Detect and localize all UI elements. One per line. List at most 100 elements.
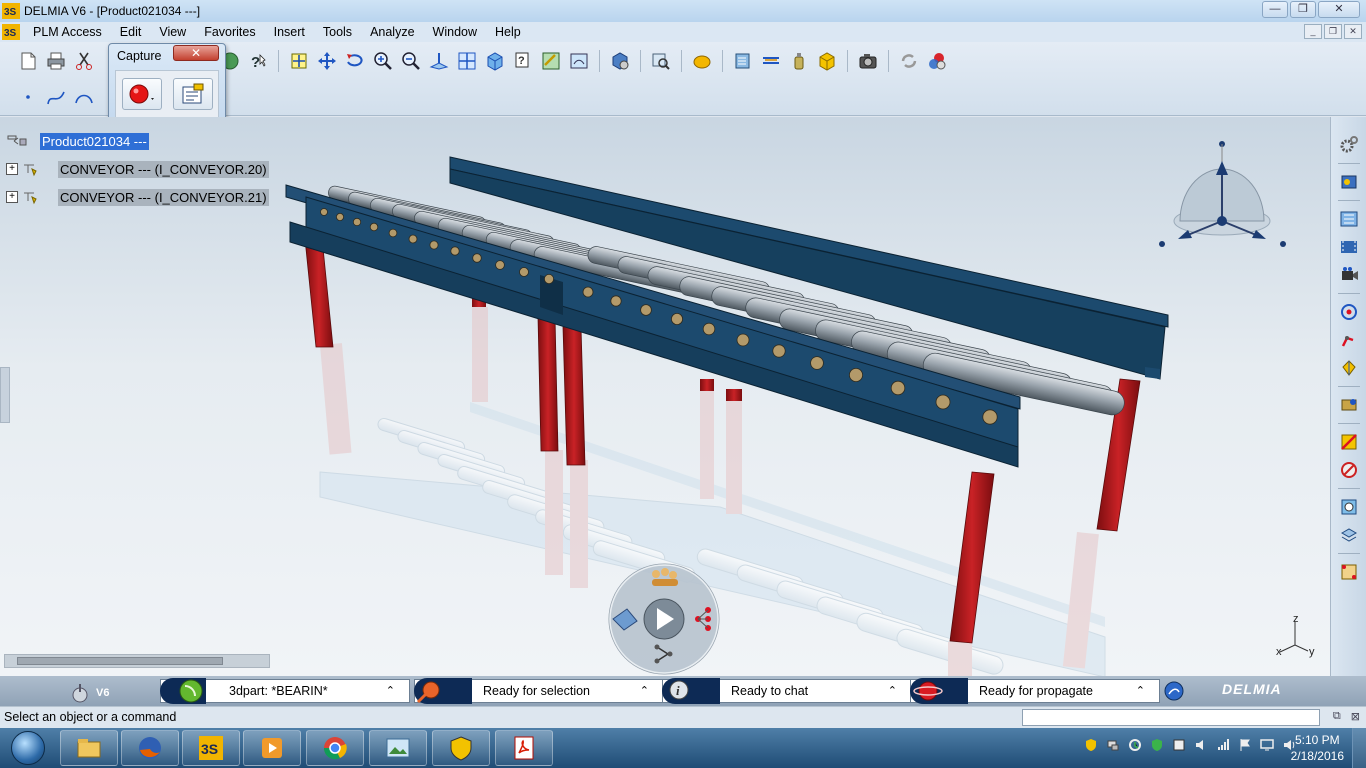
- search-icon[interactable]: [650, 50, 672, 72]
- taskbar-chrome[interactable]: [306, 730, 364, 766]
- power-input-field[interactable]: [1022, 709, 1320, 726]
- normal-view-icon[interactable]: [428, 50, 450, 72]
- taskbar-acrobat[interactable]: [495, 730, 553, 766]
- menu-plm-access[interactable]: PLM Access: [24, 25, 111, 39]
- menu-insert[interactable]: Insert: [265, 25, 314, 39]
- scrollbar-thumb[interactable]: [17, 657, 223, 665]
- menu-view[interactable]: View: [150, 25, 195, 39]
- disable-icon[interactable]: [1338, 459, 1360, 481]
- compass-sphere-icon[interactable]: [1163, 680, 1185, 702]
- workstation-icon[interactable]: [1338, 394, 1360, 416]
- iso-view-icon[interactable]: [484, 50, 506, 72]
- resource-icon[interactable]: [1338, 171, 1360, 193]
- tree-child-label[interactable]: CONVEYOR --- (I_CONVEYOR.20): [58, 160, 269, 178]
- material-icon[interactable]: [691, 50, 713, 72]
- layout-icon[interactable]: [1338, 561, 1360, 583]
- film-icon[interactable]: [1338, 236, 1360, 258]
- rotate-icon[interactable]: [344, 50, 366, 72]
- pan-icon[interactable]: [316, 50, 338, 72]
- doc-restore-button[interactable]: ❐: [1324, 24, 1342, 39]
- doc-close-button[interactable]: ✕: [1344, 24, 1362, 39]
- status-box-chat[interactable]: i Ready to chat ⌃: [662, 678, 912, 704]
- clock[interactable]: 5:10 PM 2/18/2016: [1291, 732, 1344, 764]
- menu-tools[interactable]: Tools: [314, 25, 361, 39]
- menu-edit[interactable]: Edit: [111, 25, 151, 39]
- record-button[interactable]: [121, 78, 162, 110]
- app-tray-icon[interactable]: [1172, 738, 1186, 752]
- tree-child-label[interactable]: CONVEYOR --- (I_CONVEYOR.21): [58, 188, 269, 206]
- catalog-icon[interactable]: [609, 50, 631, 72]
- taskbar-delmia[interactable]: 3S: [182, 730, 240, 766]
- taskbar-firefox[interactable]: [121, 730, 179, 766]
- hide-show-icon[interactable]: [568, 50, 590, 72]
- grid-icon[interactable]: [1338, 524, 1360, 546]
- show-desktop-button[interactable]: [1352, 728, 1366, 768]
- simulation-icon[interactable]: [1338, 208, 1360, 230]
- menu-analyze[interactable]: Analyze: [361, 25, 423, 39]
- tree-horizontal-scrollbar[interactable]: [4, 654, 270, 668]
- chevron-up-icon[interactable]: ⌃: [888, 684, 897, 697]
- tree-root-label[interactable]: Product021034 ---: [40, 132, 149, 150]
- zoom-in-icon[interactable]: [372, 50, 394, 72]
- sound-icon[interactable]: [1194, 738, 1208, 752]
- query-icon[interactable]: ?: [512, 50, 534, 72]
- status-box-part[interactable]: 3dpart: *BEARIN* ⌃: [160, 678, 410, 704]
- ruler-icon[interactable]: [760, 50, 782, 72]
- capture-toolbar-window[interactable]: Capture ✕: [108, 43, 226, 126]
- view-compass[interactable]: [1159, 141, 1286, 247]
- collaboration-icon[interactable]: [926, 50, 948, 72]
- tree-child-row[interactable]: + CONVEYOR --- (I_CONVEYOR.21): [6, 183, 269, 211]
- point-icon[interactable]: [17, 86, 39, 108]
- chevron-up-icon[interactable]: ⌃: [386, 684, 395, 697]
- multi-view-icon[interactable]: [456, 50, 478, 72]
- tool-icon[interactable]: [1338, 357, 1360, 379]
- package-icon[interactable]: [816, 50, 838, 72]
- expand-toggle[interactable]: +: [6, 163, 18, 175]
- status-box-propagate[interactable]: Ready for propagate ⌃: [910, 678, 1160, 704]
- capture-options-button[interactable]: [172, 78, 213, 110]
- network-icon[interactable]: [1106, 738, 1120, 752]
- chevron-up-icon[interactable]: ⌃: [1136, 684, 1145, 697]
- spline-icon[interactable]: [45, 86, 67, 108]
- minimize-button[interactable]: —: [1262, 1, 1288, 18]
- menu-window[interactable]: Window: [424, 25, 486, 39]
- wifi-icon[interactable]: [1216, 738, 1230, 752]
- v6-compass-icon[interactable]: [70, 682, 90, 704]
- restore-button[interactable]: ❐: [1290, 1, 1316, 18]
- new-icon[interactable]: [17, 50, 39, 72]
- print-icon[interactable]: [45, 50, 67, 72]
- start-button[interactable]: [2, 729, 54, 767]
- taskbar-photo-viewer[interactable]: [369, 730, 427, 766]
- whats-this-icon[interactable]: ?: [247, 50, 269, 72]
- chevron-up-icon[interactable]: ⌃: [640, 684, 649, 697]
- shield-tray-icon[interactable]: [1084, 738, 1098, 752]
- taskbar-explorer[interactable]: [60, 730, 118, 766]
- zoom-out-icon[interactable]: [400, 50, 422, 72]
- cut-icon[interactable]: [73, 50, 95, 72]
- radial-command-menu[interactable]: [608, 563, 720, 675]
- panel-splitter[interactable]: [0, 367, 10, 423]
- clock-icon[interactable]: [1338, 496, 1360, 518]
- 3d-viewport[interactable]: z x y Product021034 --- + CONVEYOR --- (…: [0, 117, 1330, 676]
- close-button[interactable]: ✕: [1318, 1, 1360, 18]
- expand-toggle[interactable]: +: [6, 191, 18, 203]
- no-collision-icon[interactable]: [1338, 431, 1360, 453]
- flag-icon[interactable]: [1238, 738, 1252, 752]
- product-logo-icon[interactable]: 3S: [2, 24, 20, 40]
- capture-close-button[interactable]: ✕: [173, 45, 219, 61]
- mass-icon[interactable]: [788, 50, 810, 72]
- taskbar-media-player[interactable]: [243, 730, 301, 766]
- sync-icon[interactable]: [1128, 738, 1142, 752]
- menu-help[interactable]: Help: [486, 25, 530, 39]
- camera-icon[interactable]: [857, 50, 879, 72]
- fit-all-icon[interactable]: [288, 50, 310, 72]
- shading-icon[interactable]: [540, 50, 562, 72]
- monitor-icon[interactable]: [1260, 738, 1274, 752]
- gears-icon[interactable]: [1338, 134, 1360, 156]
- menu-favorites[interactable]: Favorites: [195, 25, 264, 39]
- robot-icon[interactable]: [1338, 329, 1360, 351]
- update-icon[interactable]: [898, 50, 920, 72]
- tree-root-row[interactable]: Product021034 ---: [6, 127, 269, 155]
- close-panel-icon[interactable]: ⊠: [1351, 710, 1360, 723]
- arc-icon[interactable]: [73, 86, 95, 108]
